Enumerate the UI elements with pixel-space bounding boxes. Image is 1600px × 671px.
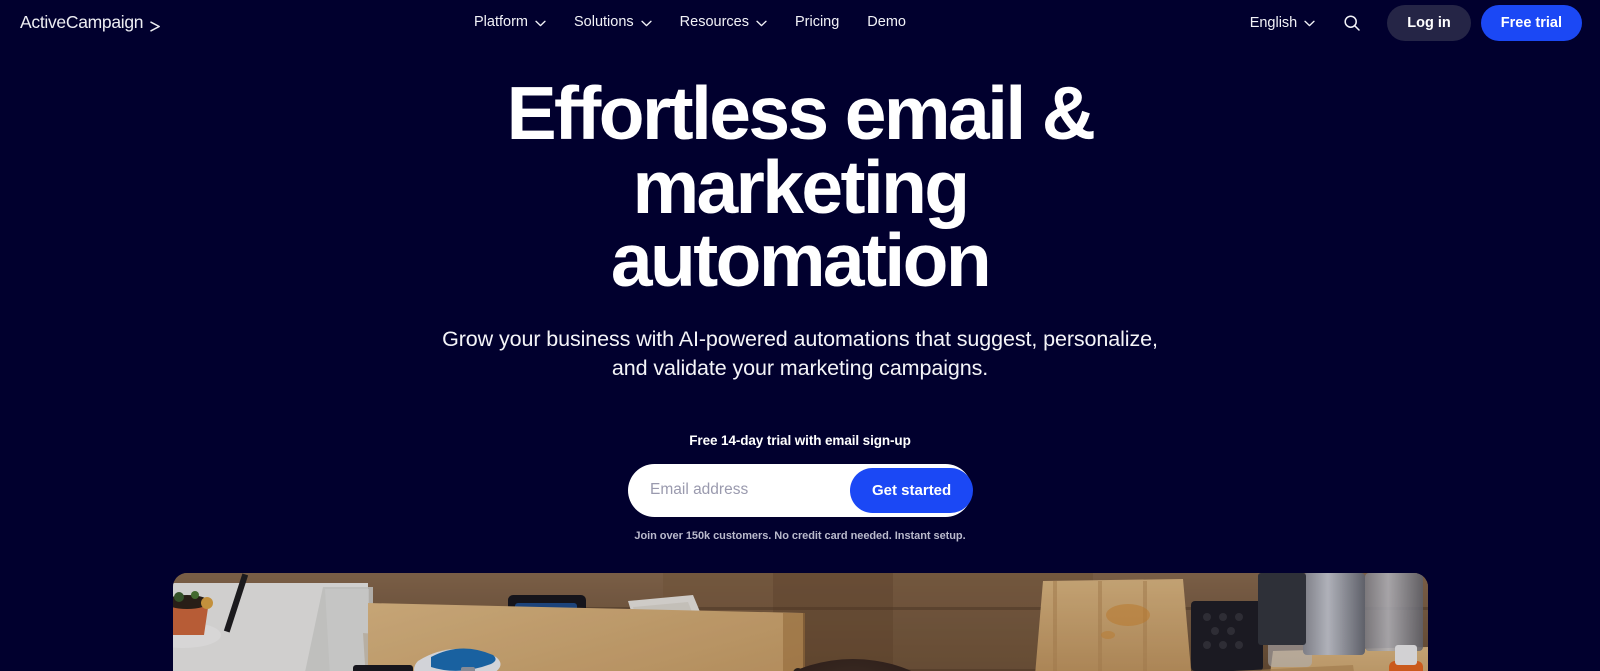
main-navigation: Platform Solutions Resources Pricing Dem… bbox=[474, 0, 906, 45]
signup-label: Free 14-day trial with email sign-up bbox=[689, 432, 911, 448]
nav-item-label: Resources bbox=[679, 14, 749, 30]
page-title: Effortless email & marketing automation bbox=[335, 76, 1265, 298]
email-input[interactable] bbox=[628, 467, 850, 513]
site-header: ActiveCampaign Platform Solutions Resour… bbox=[0, 0, 1600, 45]
nav-item-platform[interactable]: Platform bbox=[474, 0, 546, 45]
brand-logo[interactable]: ActiveCampaign bbox=[20, 12, 162, 33]
brand-name: ActiveCampaign bbox=[20, 12, 144, 32]
nav-item-pricing[interactable]: Pricing bbox=[795, 0, 839, 45]
chevron-down-icon bbox=[535, 20, 546, 27]
language-label: English bbox=[1249, 14, 1298, 31]
chevron-down-icon bbox=[640, 20, 652, 27]
get-started-button[interactable]: Get started bbox=[850, 467, 974, 513]
signup-fineprint: Join over 150k customers. No credit card… bbox=[634, 529, 966, 542]
nav-item-label: Pricing bbox=[794, 14, 840, 30]
hero-image bbox=[172, 572, 1428, 671]
login-button[interactable]: Log in bbox=[1387, 4, 1471, 41]
signup-block: Free 14-day trial with email sign-up Get… bbox=[0, 433, 1600, 542]
chevron-down-icon bbox=[756, 20, 767, 27]
hero-subtitle-line-2: and validate your marketing campaigns. bbox=[611, 355, 989, 380]
hero-subtitle-line-1: Grow your business with AI-powered autom… bbox=[442, 326, 1158, 351]
signup-form: Get started bbox=[628, 463, 974, 517]
page-title-line-1: Effortless email & marketing bbox=[506, 71, 1096, 229]
nav-item-solutions[interactable]: Solutions bbox=[574, 0, 652, 45]
nav-item-demo[interactable]: Demo bbox=[867, 0, 906, 45]
chevron-down-icon bbox=[1304, 20, 1315, 27]
chevron-right-logo-icon bbox=[149, 17, 162, 32]
nav-item-label: Solutions bbox=[574, 14, 634, 30]
nav-item-resources[interactable]: Resources bbox=[680, 0, 767, 45]
header-actions: English Log in Free trial bbox=[1250, 4, 1582, 41]
page-title-line-2: automation bbox=[610, 218, 992, 302]
free-trial-button[interactable]: Free trial bbox=[1480, 4, 1582, 41]
hero-subtitle: Grow your business with AI-powered autom… bbox=[430, 325, 1170, 383]
hero-section: Effortless email & marketing automation … bbox=[0, 45, 1600, 671]
language-selector[interactable]: English bbox=[1250, 15, 1316, 31]
nav-item-label: Platform bbox=[474, 14, 528, 30]
nav-item-label: Demo bbox=[867, 14, 906, 30]
search-icon[interactable] bbox=[1341, 12, 1363, 34]
hero-media-wrap bbox=[0, 572, 1600, 671]
